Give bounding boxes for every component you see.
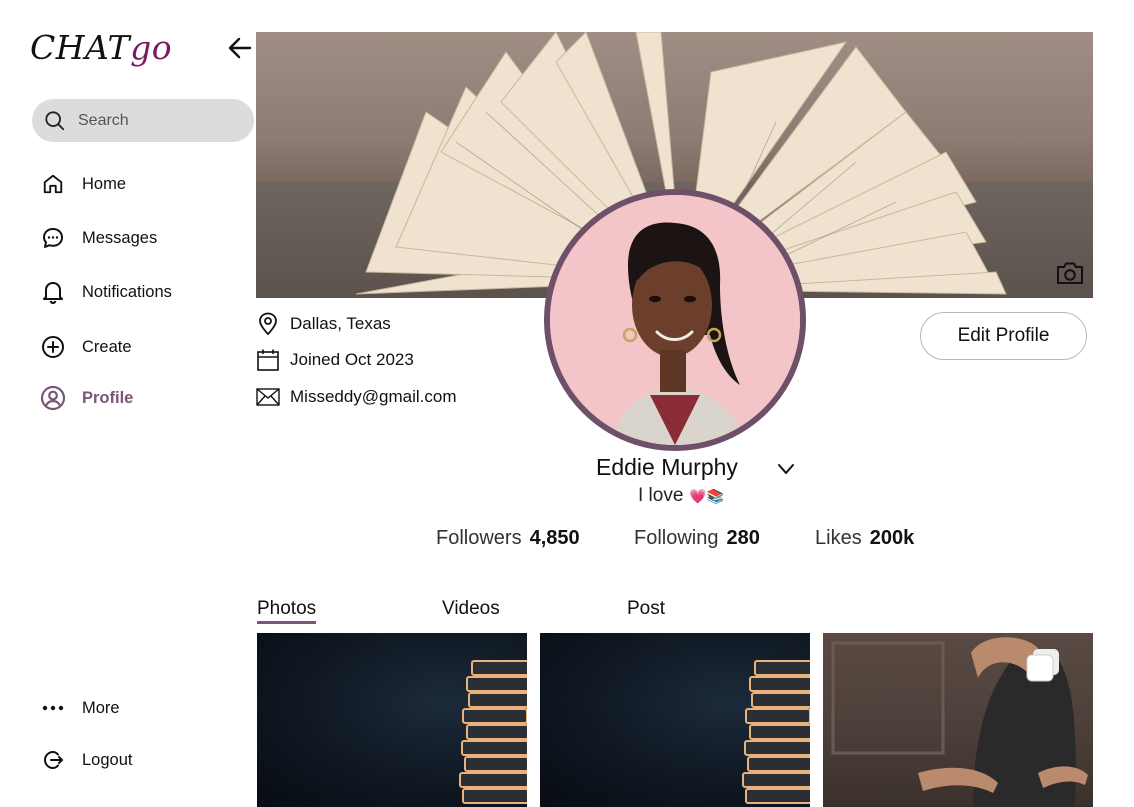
nav-item-home[interactable]: Home — [40, 171, 126, 197]
location-pin-icon — [259, 312, 277, 336]
multiple-images-icon[interactable] — [1025, 647, 1061, 683]
nav-label-messages: Messages — [82, 228, 158, 247]
followers-stat[interactable]: Followers 4,850 — [436, 527, 580, 550]
nav-label-notifications: Notifications — [82, 282, 172, 301]
joined-row: Joined Oct 2023 — [256, 348, 414, 372]
bio-text: I love — [638, 485, 684, 506]
nav-item-notifications[interactable]: Notifications — [40, 279, 172, 305]
message-icon — [43, 228, 63, 248]
profile-bio: I love 💗📚 — [638, 485, 724, 507]
likes-label: Likes — [815, 527, 862, 549]
calendar-icon — [257, 349, 279, 371]
tab-post[interactable]: Post — [627, 598, 665, 620]
location-text: Dallas, Texas — [290, 314, 391, 333]
camera-icon[interactable] — [1055, 260, 1085, 286]
nav-item-logout[interactable]: Logout — [40, 747, 132, 773]
book-stack-illustration — [459, 660, 527, 804]
followers-label: Followers — [436, 527, 522, 549]
logo-accent: go — [130, 28, 173, 67]
bio-emojis: 💗📚 — [689, 487, 725, 504]
likes-value: 200k — [869, 527, 915, 549]
nav-label-profile: Profile — [82, 388, 134, 407]
joined-text: Joined Oct 2023 — [290, 350, 414, 369]
logout-icon — [43, 750, 63, 770]
email-row: Misseddy@gmail.com — [256, 385, 457, 409]
search-bar[interactable] — [32, 99, 254, 142]
search-input[interactable] — [78, 111, 228, 130]
home-icon — [43, 174, 63, 194]
bell-icon — [43, 282, 63, 304]
book-stack-illustration — [742, 660, 810, 804]
chevron-down-icon[interactable] — [776, 460, 796, 478]
nav-item-profile[interactable]: Profile — [40, 385, 133, 411]
likes-stat[interactable]: Likes 200k — [815, 527, 914, 550]
search-icon — [45, 110, 65, 130]
nav-label-logout: Logout — [82, 750, 133, 769]
followers-value: 4,850 — [529, 527, 580, 549]
profile-name: Eddie Murphy — [596, 454, 738, 480]
app-logo[interactable]: CHATgo — [30, 28, 172, 67]
edit-profile-button[interactable]: Edit Profile — [920, 312, 1087, 360]
following-stat[interactable]: Following 280 — [634, 527, 760, 550]
photo-thumbnail[interactable] — [540, 633, 810, 807]
email-text: Misseddy@gmail.com — [290, 387, 457, 406]
following-label: Following — [634, 527, 719, 549]
nav-label-more: More — [82, 698, 120, 717]
nav-label-create: Create — [82, 337, 132, 356]
photo-thumbnail[interactable] — [257, 633, 527, 807]
following-value: 280 — [726, 527, 760, 549]
avatar[interactable] — [544, 189, 806, 451]
location-row: Dallas, Texas — [256, 312, 391, 336]
nav-item-more[interactable]: More — [40, 695, 120, 721]
nav-item-messages[interactable]: Messages — [40, 225, 157, 251]
nav-item-create[interactable]: Create — [40, 334, 132, 360]
user-circle-icon — [40, 385, 66, 411]
logo-main: CHAT — [30, 28, 131, 67]
avatar-portrait-illustration — [550, 195, 800, 445]
photo-thumbnail[interactable] — [823, 633, 1093, 807]
tab-videos[interactable]: Videos — [442, 598, 500, 620]
arrow-left-icon[interactable] — [226, 34, 254, 62]
more-dots-icon — [42, 705, 64, 711]
tab-photos[interactable]: Photos — [257, 598, 317, 624]
plus-circle-icon — [42, 336, 64, 358]
nav-label-home: Home — [82, 174, 127, 193]
mail-icon — [256, 388, 280, 406]
